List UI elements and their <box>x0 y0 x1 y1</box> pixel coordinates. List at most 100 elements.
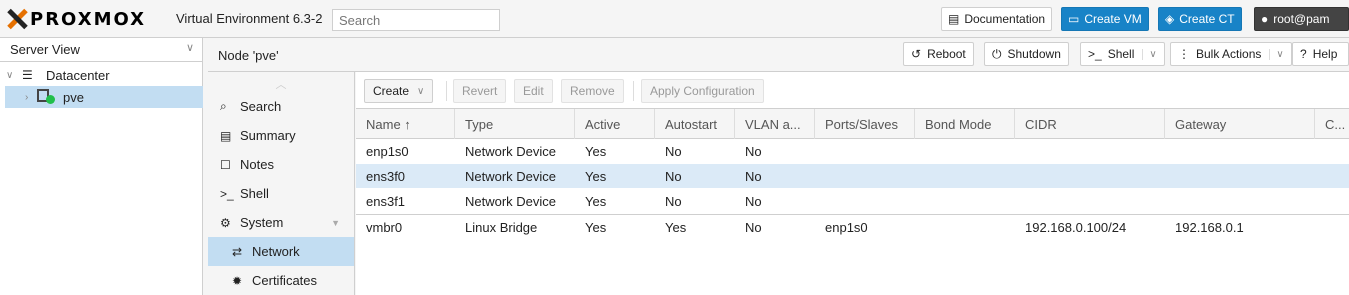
terminal-icon: >_ <box>1088 47 1102 61</box>
cell-gateway: 192.168.0.1 <box>1175 220 1244 235</box>
column-header-ports-slaves[interactable]: Ports/Slaves <box>815 109 915 139</box>
column-header-name[interactable]: Name ↑ <box>356 109 455 139</box>
table-row[interactable]: ens3f0 Network Device Yes No No <box>356 164 1349 189</box>
reboot-button[interactable]: ↺ Reboot <box>903 42 974 66</box>
apply-configuration-button[interactable]: Apply Configuration <box>641 79 764 103</box>
menu-item-summary[interactable]: ▤ Summary <box>208 121 354 150</box>
shell-button[interactable]: >_ Shell ∨ <box>1080 42 1165 66</box>
column-header-vlan[interactable]: VLAN a... <box>735 109 815 139</box>
server-view-select[interactable]: Server View ∨ <box>0 38 202 62</box>
documentation-button[interactable]: ▤ Documentation <box>941 7 1053 31</box>
table-row[interactable]: vmbr0 Linux Bridge Yes Yes No enp1s0 192… <box>356 214 1349 239</box>
logo-text: PROXMOX <box>30 8 147 30</box>
menu-item-label: Notes <box>240 157 274 172</box>
apply-configuration-label: Apply Configuration <box>650 84 755 98</box>
undo-icon: ↺ <box>911 47 922 61</box>
chevron-down-icon: ∨ <box>185 42 194 54</box>
scroll-up-icon[interactable]: ︿ <box>208 72 354 92</box>
expand-icon: › <box>25 91 29 103</box>
cell-type: Network Device <box>465 194 557 209</box>
table-row[interactable]: enp1s0 Network Device Yes No No <box>356 139 1349 164</box>
proxmox-x-icon <box>6 9 28 29</box>
column-header-type[interactable]: Type <box>455 109 575 139</box>
cell-name: vmbr0 <box>366 220 403 235</box>
cell-type: Network Device <box>465 169 557 184</box>
network-toolbar: Create ∨ Revert Edit Remove Apply Config… <box>356 72 1349 109</box>
remove-button[interactable]: Remove <box>561 79 624 103</box>
create-ct-label: Create CT <box>1179 12 1235 26</box>
revert-button[interactable]: Revert <box>453 79 507 103</box>
table-row[interactable]: ens3f1 Network Device Yes No No <box>356 189 1349 214</box>
create-ct-button[interactable]: ◈ Create CT <box>1158 7 1242 31</box>
help-button[interactable]: ? Help <box>1292 42 1349 66</box>
column-header-comment[interactable]: C... <box>1315 109 1349 139</box>
tree-item-datacenter[interactable]: ∨ ☰ Datacenter <box>0 64 202 86</box>
menu-item-network[interactable]: ⇄ Network <box>208 237 354 266</box>
cell-vlan: No <box>745 220 762 235</box>
column-header-cidr[interactable]: CIDR <box>1015 109 1165 139</box>
chevron-down-icon: ∨ <box>417 85 425 97</box>
cell-gateway <box>1165 139 1315 164</box>
toolbar-separator <box>446 81 447 101</box>
menu-item-shell[interactable]: >_ Shell <box>208 179 354 208</box>
server-rack-icon: ☰ <box>22 68 33 82</box>
ellipsis-vertical-icon: ⋮ <box>1178 47 1190 61</box>
edit-label: Edit <box>523 84 544 98</box>
terminal-icon: >_ <box>220 186 234 201</box>
revert-label: Revert <box>462 84 498 98</box>
proxmox-logo: PROXMOX <box>6 8 146 30</box>
book-icon: ▤ <box>220 128 232 143</box>
cell-name: enp1s0 <box>366 144 409 159</box>
menu-item-label: Shell <box>240 186 269 201</box>
search-input[interactable]: Search <box>332 9 500 31</box>
cell-cidr <box>1015 189 1165 214</box>
cube-icon: ◈ <box>1165 12 1175 26</box>
cell-gateway <box>1165 189 1315 214</box>
menu-item-label: Network <box>252 244 300 259</box>
grid-header: Name ↑ Type Active Autostart VLAN a... P… <box>356 109 1349 139</box>
tree-item-pve[interactable]: › pve <box>5 86 203 108</box>
create-button[interactable]: Create ∨ <box>364 79 434 103</box>
network-panel: Create ∨ Revert Edit Remove Apply Config… <box>356 72 1349 295</box>
cell-cidr <box>1015 164 1165 189</box>
bulk-actions-label: Bulk Actions <box>1196 47 1262 61</box>
question-circle-icon: ? <box>1300 47 1307 61</box>
cell-ports: enp1s0 <box>825 220 868 235</box>
create-vm-label: Create VM <box>1084 12 1142 26</box>
menu-item-certificates[interactable]: ✹ Certificates <box>208 266 354 295</box>
server-view-label: Server View <box>10 42 80 57</box>
book-icon: ▤ <box>948 12 960 26</box>
cell-bond-mode <box>915 139 1015 164</box>
collapse-triangle-icon: ▼ <box>331 217 340 228</box>
menu-item-label: Search <box>240 99 282 114</box>
reboot-label: Reboot <box>927 47 966 61</box>
user-menu-button[interactable]: ● root@pam <box>1254 7 1349 31</box>
shutdown-button[interactable]: ⏻ Shutdown <box>984 42 1069 66</box>
column-header-active[interactable]: Active <box>575 109 655 139</box>
menu-item-system[interactable]: ⚙ System ▼ <box>208 208 354 237</box>
node-menu: ︿ ⌕ Search ▤ Summary ☐ Notes >_ Shell ⚙ … <box>208 72 355 295</box>
node-header: Node 'pve' ↺ Reboot ⏻ Shutdown >_ Shell … <box>208 38 1349 72</box>
version-label: Virtual Environment 6.3-2 <box>176 11 323 26</box>
collapse-icon: ∨ <box>6 69 14 81</box>
menu-item-label: Certificates <box>252 273 318 288</box>
chevron-down-icon: ∨ <box>1142 48 1157 60</box>
certificate-icon: ✹ <box>232 273 243 288</box>
cell-active: Yes <box>585 169 607 184</box>
create-vm-button[interactable]: ▭ Create VM <box>1061 7 1149 31</box>
edit-button[interactable]: Edit <box>514 79 553 103</box>
cell-autostart: No <box>665 169 682 184</box>
cell-type: Linux Bridge <box>465 220 538 235</box>
search-icon: ⌕ <box>220 99 227 113</box>
menu-item-search[interactable]: ⌕ Search <box>208 92 354 121</box>
column-header-autostart[interactable]: Autostart <box>655 109 735 139</box>
bulk-actions-button[interactable]: ⋮ Bulk Actions ∨ <box>1170 42 1292 66</box>
cell-autostart: Yes <box>665 220 687 235</box>
desktop-icon: ▭ <box>1068 12 1080 26</box>
column-header-gateway[interactable]: Gateway <box>1165 109 1315 139</box>
chevron-down-icon: ∨ <box>1269 48 1284 60</box>
menu-item-notes[interactable]: ☐ Notes <box>208 150 354 179</box>
column-header-bond-mode[interactable]: Bond Mode <box>915 109 1015 139</box>
tree-item-label: Datacenter <box>46 67 110 83</box>
cell-active: Yes <box>585 194 607 209</box>
